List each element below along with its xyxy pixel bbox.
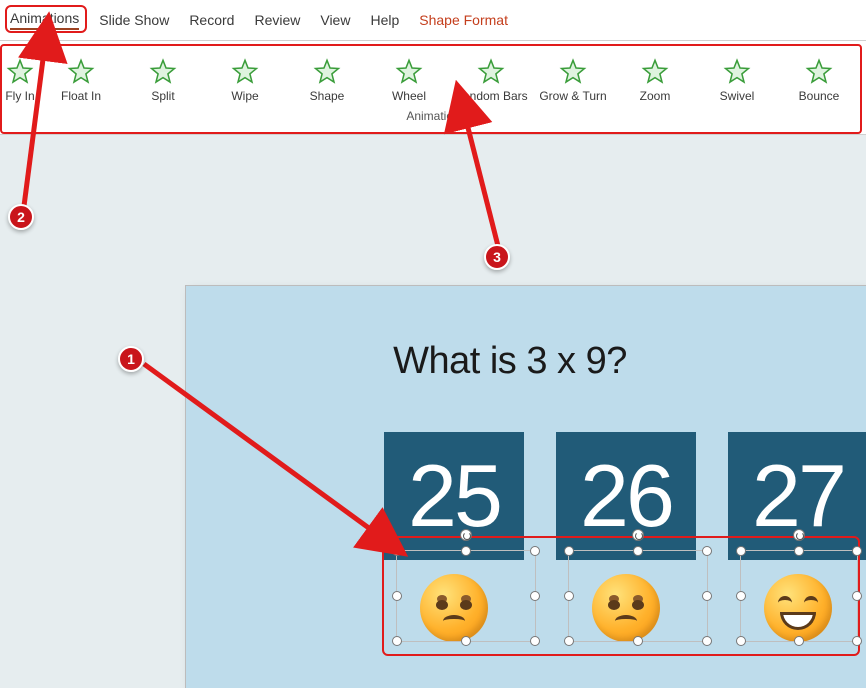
unamused-emoji-icon [592,574,660,642]
animation-label: Float In [61,89,101,103]
animation-label: Wipe [231,89,258,103]
animation-shape[interactable]: Shape [286,43,368,103]
star-icon [313,58,341,89]
emoji-cell-2[interactable] [556,574,696,654]
emoji-cell-1[interactable] [384,574,524,654]
animation-label: Shape [310,89,345,103]
answer-tile-1[interactable]: 25 [384,432,524,560]
star-icon [805,58,833,89]
animation-ribbon: Fly In Float In Split Wipe Shape Wheel Random … [0,40,866,135]
animation-label: Zoom [640,89,671,103]
animation-label: Grow & Turn [539,89,606,103]
callout-marker-1: 1 [118,346,144,372]
answer-tile-2[interactable]: 26 [556,432,696,560]
animation-float-in[interactable]: Float In [40,43,122,103]
grin-emoji-icon [764,574,832,642]
animation-label: Swivel [720,89,755,103]
star-icon [149,58,177,89]
animation-grow-turn[interactable]: Grow & Turn [532,43,614,103]
animation-label: Random Bars [454,89,527,103]
star-icon [641,58,669,89]
animation-fly-in[interactable]: Fly In [0,43,40,103]
star-icon [559,58,587,89]
slide-title-text[interactable]: What is 3 x 9? [186,340,834,383]
animation-wheel[interactable]: Wheel [368,43,450,103]
tab-slide-show[interactable]: Slide Show [99,12,169,28]
animation-label: Fly In [5,89,34,103]
emoji-row [384,574,866,654]
animation-label: Wheel [392,89,426,103]
animation-wipe[interactable]: Wipe [204,43,286,103]
star-icon [723,58,751,89]
animation-swivel[interactable]: Swivel [696,43,778,103]
tab-record[interactable]: Record [189,12,234,28]
callout-marker-3: 3 [484,244,510,270]
unamused-emoji-icon [420,574,488,642]
ribbon-group-label: Animation [0,109,866,123]
ribbon-tab-bar: Animations Slide Show Record Review View… [0,0,866,40]
star-icon [395,58,423,89]
star-icon [231,58,259,89]
answer-tile-3[interactable]: 27 [728,432,866,560]
animation-label: Bounce [799,89,840,103]
answer-row: 25 26 27 [384,432,866,560]
animation-zoom[interactable]: Zoom [614,43,696,103]
tab-shape-format[interactable]: Shape Format [419,12,508,28]
tab-review[interactable]: Review [254,12,300,28]
star-icon [6,58,34,89]
callout-marker-2: 2 [8,204,34,230]
slide-canvas[interactable]: What is 3 x 9? 25 26 27 [186,286,866,688]
animation-bounce[interactable]: Bounce [778,43,860,103]
star-icon [477,58,505,89]
emoji-cell-3[interactable] [728,574,866,654]
animation-split[interactable]: Split [122,43,204,103]
tab-view[interactable]: View [320,12,350,28]
animation-random-bars[interactable]: Random Bars [450,43,532,103]
star-icon [67,58,95,89]
animation-label: Split [151,89,174,103]
tab-animations[interactable]: Animations [10,10,79,30]
tab-help[interactable]: Help [370,12,399,28]
